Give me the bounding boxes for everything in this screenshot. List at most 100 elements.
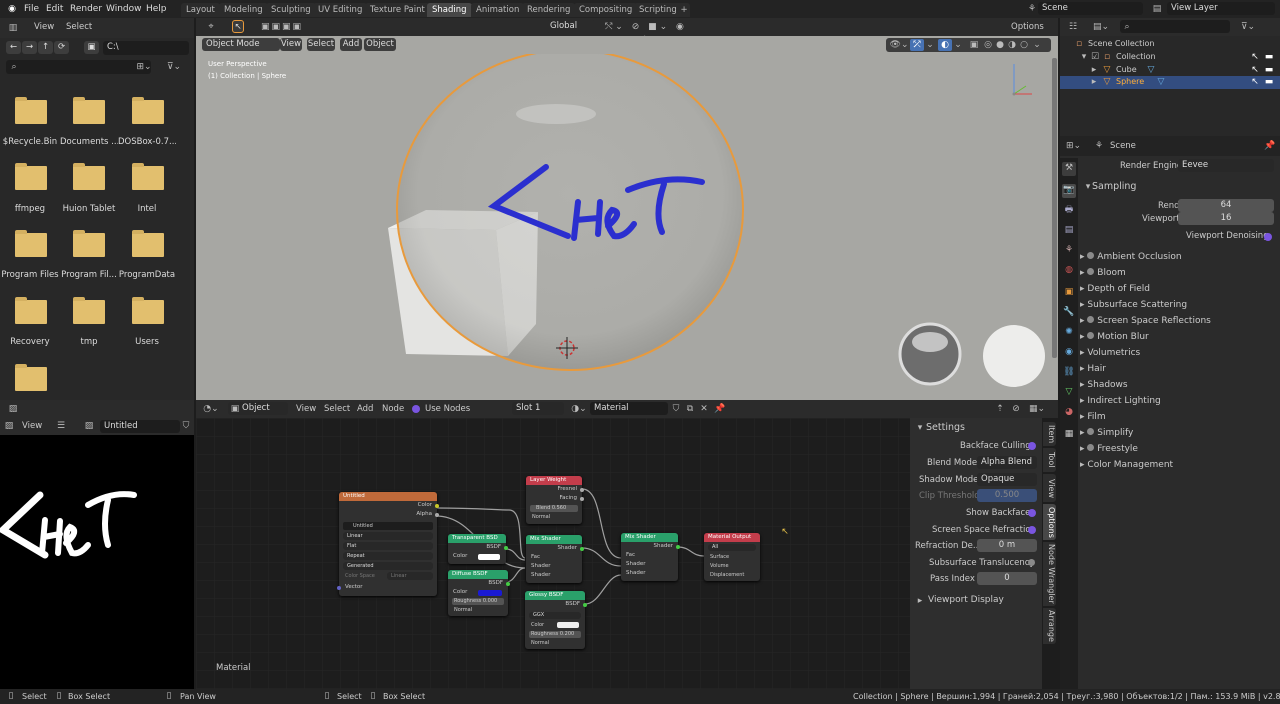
fake-user-icon[interactable]: ⛉: [670, 403, 682, 415]
rendered-shading-icon[interactable]: ○: [1018, 39, 1030, 51]
show-backface-checkbox[interactable]: [1028, 509, 1036, 517]
roughness-field[interactable]: Roughness 0.200: [529, 631, 581, 638]
render-tab-icon[interactable]: 📷: [1062, 184, 1076, 198]
outliner-row[interactable]: ▾ ☑ ▫ Collection ↖ ▬: [1060, 51, 1280, 63]
tab-compositing[interactable]: Compositing: [574, 3, 638, 17]
menu-view[interactable]: View: [280, 38, 302, 51]
menu-render[interactable]: Render: [70, 0, 102, 18]
output-tab-icon[interactable]: 🖶: [1062, 204, 1076, 216]
menu-window[interactable]: Window: [106, 0, 142, 18]
tab-shading[interactable]: Shading: [427, 3, 472, 17]
options-menu[interactable]: Options: [1011, 22, 1044, 32]
menu-edit[interactable]: Edit: [46, 0, 63, 18]
filter-icon[interactable]: ⊽⌄: [163, 61, 185, 73]
visibility-icon[interactable]: 👁⌄: [888, 39, 910, 51]
folder-icon[interactable]: [15, 97, 47, 124]
blend-mode-dropdown[interactable]: Alpha Blend: [977, 456, 1037, 469]
menu-icon[interactable]: ☰: [55, 420, 67, 432]
roughness-field[interactable]: Roughness 0.000: [452, 598, 504, 605]
panel-color-management[interactable]: ▸ Color Management: [1080, 457, 1280, 473]
physics-tab-icon[interactable]: ◉: [1062, 346, 1076, 358]
cursor-tool-icon[interactable]: ↖: [232, 20, 244, 33]
tab-view[interactable]: View: [1043, 474, 1056, 502]
viewport-scrollbar[interactable]: [1052, 58, 1057, 358]
panel-indirect-lighting[interactable]: ▸ Indirect Lighting: [1080, 393, 1280, 409]
blend-field[interactable]: Blend 0.560: [530, 505, 578, 512]
snap-options-icon[interactable]: ▦⌄: [1026, 403, 1048, 415]
parent-node-tree-icon[interactable]: ⇡: [994, 403, 1006, 415]
file-name[interactable]: Documents ...: [60, 137, 118, 147]
world-tab-icon[interactable]: ◍: [1062, 264, 1076, 276]
outliner-row[interactable]: ▫ Scene Collection: [1060, 38, 1280, 50]
menu-add[interactable]: Add: [357, 404, 373, 414]
folder-icon[interactable]: [15, 297, 47, 324]
outliner-row-selected[interactable]: ▸ ▽ Sphere ▽ ↖ ▬: [1060, 76, 1280, 89]
target-dropdown[interactable]: All: [708, 544, 756, 551]
socket-icon[interactable]: [504, 546, 508, 550]
tab-layout[interactable]: Layout: [181, 3, 220, 17]
node-transparent-bsdf[interactable]: Transparent BSD BSDF Color: [448, 534, 508, 564]
solid-shading-icon[interactable]: ●: [994, 39, 1006, 51]
color-swatch[interactable]: [557, 622, 579, 628]
blender-logo-icon[interactable]: ◉: [6, 3, 18, 15]
panel-film[interactable]: ▸ Film: [1080, 409, 1280, 425]
socket-icon[interactable]: [580, 547, 584, 551]
distribution-dropdown[interactable]: GGX: [529, 612, 581, 619]
render-visibility-icon[interactable]: ▬: [1264, 76, 1274, 88]
select-icon[interactable]: ↖: [1250, 51, 1260, 63]
constraints-tab-icon[interactable]: ⛓: [1062, 366, 1076, 378]
file-name[interactable]: Huion Tablet: [60, 204, 118, 214]
socket-icon[interactable]: [583, 603, 587, 607]
tab-uv-editing[interactable]: UV Editing: [313, 3, 368, 17]
checkbox[interactable]: [1087, 316, 1095, 323]
expand-icon[interactable]: ▸: [1090, 64, 1098, 76]
node-image-texture[interactable]: Untitled Color Alpha Untitled Linear Fla…: [337, 492, 439, 596]
back-icon[interactable]: ←: [6, 41, 21, 54]
view-layer-tab-icon[interactable]: ▤: [1062, 224, 1076, 236]
forward-icon[interactable]: →: [22, 41, 37, 54]
folder-icon[interactable]: [132, 297, 164, 324]
checkbox[interactable]: [1087, 252, 1095, 259]
subsurface-translucency-checkbox[interactable]: [1028, 559, 1035, 566]
folder-icon[interactable]: [73, 97, 105, 124]
node-mix-shader-1[interactable]: Mix Shader Shader Fac Shader Shader: [526, 535, 584, 583]
pin-icon[interactable]: 📌: [1264, 140, 1275, 152]
tab-sculpting[interactable]: Sculpting: [266, 3, 316, 17]
texture-tab-icon[interactable]: ▦: [1062, 428, 1076, 440]
file-name[interactable]: Program Files: [1, 270, 59, 280]
editor-type-icon[interactable]: ☷: [1066, 21, 1080, 33]
menu-add[interactable]: Add: [340, 38, 362, 51]
checkbox-icon[interactable]: ☑: [1090, 51, 1100, 63]
render-engine-dropdown[interactable]: Eevee: [1178, 159, 1274, 172]
overlays-icon[interactable]: ◐: [938, 39, 952, 51]
backface-culling-checkbox[interactable]: [1028, 442, 1036, 450]
render-samples-field[interactable]: 64: [1178, 199, 1274, 212]
socket-icon[interactable]: [580, 497, 584, 501]
fake-user-icon[interactable]: ⛉: [181, 420, 191, 432]
tab-texture-paint[interactable]: Texture Paint: [365, 3, 430, 17]
tab-tool[interactable]: Tool: [1043, 448, 1056, 472]
scene-tab-icon[interactable]: ⚘: [1062, 244, 1076, 256]
parent-dir-icon[interactable]: ↑: [38, 41, 53, 54]
folder-icon[interactable]: [73, 297, 105, 324]
shadow-mode-dropdown[interactable]: Opaque: [977, 473, 1037, 486]
menu-select[interactable]: Select: [66, 22, 92, 32]
menu-help[interactable]: Help: [146, 0, 167, 18]
viewport-scene[interactable]: [196, 54, 1058, 400]
node-layer-weight[interactable]: Layer Weight Fresnel Facing Blend 0.560 …: [526, 476, 584, 524]
folder-icon[interactable]: [132, 163, 164, 190]
folder-icon[interactable]: [132, 97, 164, 124]
menu-select[interactable]: Select: [324, 404, 350, 414]
checkbox[interactable]: [1087, 332, 1095, 339]
editor-type-icon[interactable]: ⌖: [204, 21, 218, 33]
outliner-search-input[interactable]: [1120, 20, 1230, 33]
color-swatch[interactable]: [478, 554, 500, 560]
panel-motion-blur[interactable]: ▸ Motion Blur: [1080, 329, 1280, 345]
file-name[interactable]: Program Fil...: [60, 270, 118, 280]
viewport-samples-field[interactable]: 16: [1178, 212, 1274, 225]
node-material-output[interactable]: Material Output All Surface Volume Displ…: [704, 533, 760, 581]
socket-icon[interactable]: [435, 504, 439, 508]
panel-subsurface-scattering[interactable]: ▸ Subsurface Scattering: [1080, 297, 1280, 313]
tab-animation[interactable]: Animation: [471, 3, 525, 17]
render-visibility-icon[interactable]: ▬: [1264, 64, 1274, 76]
